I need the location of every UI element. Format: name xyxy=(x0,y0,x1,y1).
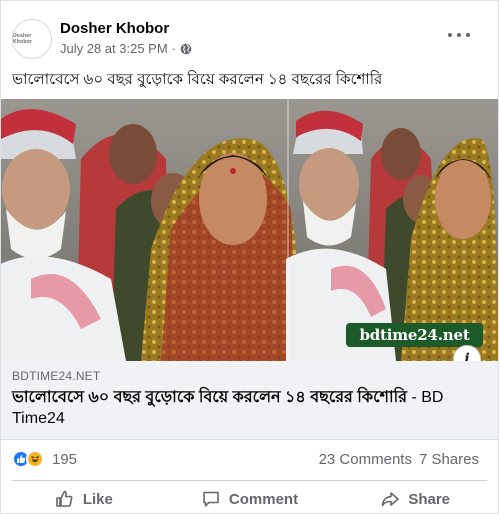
wedding-photo xyxy=(1,99,498,361)
more-options-icon[interactable] xyxy=(448,27,470,43)
avatar-logo-text: Dosher Khobor xyxy=(13,33,32,45)
comment-bubble-icon xyxy=(203,491,219,507)
post-timestamp[interactable]: July 28 at 3:25 PM xyxy=(60,41,168,56)
page-avatar[interactable]: Dosher Khobor xyxy=(12,19,52,59)
share-arrow-icon xyxy=(382,492,400,507)
post-actions-bar: Like Comment Share xyxy=(1,484,498,514)
post-card: Dosher Khobor Dosher Khobor July 28 at 3… xyxy=(0,0,499,514)
link-domain: BDTIME24.NET xyxy=(12,369,101,383)
source-watermark-logo: bdtime24.net xyxy=(346,323,483,347)
comment-label: Comment xyxy=(228,490,299,508)
actions-divider xyxy=(12,480,487,481)
comment-button[interactable]: Comment xyxy=(167,484,333,514)
page-name-link[interactable]: Dosher Khobor xyxy=(60,20,169,37)
post-meta: July 28 at 3:25 PM · xyxy=(60,41,192,56)
link-title-text: ভালোবেসে ৬০ বছর বুড়োকে বিয়ে করলেন ১৪ ব… xyxy=(12,389,407,406)
meta-separator: · xyxy=(171,41,177,56)
link-title[interactable]: ভালোবেসে ৬০ বছর বুড়োকে বিয়ে করলেন ১৪ ব… xyxy=(12,387,482,429)
post-message: ভালোবেসে ৬০ বছর বুড়োকে বিয়ে করলেন ১৪ ব… xyxy=(12,71,383,88)
like-label: Like xyxy=(82,490,113,508)
haha-reaction-icon xyxy=(26,450,44,468)
engagement-counts: 23 Comments 7 Shares xyxy=(319,451,479,468)
link-preview[interactable]: BDTIME24.NET ভালোবেসে ৬০ বছর বুড়োকে বিয… xyxy=(1,361,498,440)
thumbs-up-icon xyxy=(56,490,73,507)
globe-icon[interactable] xyxy=(180,43,192,55)
post-image[interactable]: bdtime24.net i xyxy=(1,99,498,361)
share-button[interactable]: Share xyxy=(332,484,498,514)
post-header: Dosher Khobor Dosher Khobor July 28 at 3… xyxy=(1,1,498,63)
share-label: Share xyxy=(408,490,451,508)
reaction-summary[interactable]: 195 xyxy=(12,450,77,468)
comments-count-link[interactable]: 23 Comments xyxy=(319,451,412,468)
shares-count-link[interactable]: 7 Shares xyxy=(419,451,479,468)
reaction-count: 195 xyxy=(52,450,78,468)
like-button[interactable]: Like xyxy=(1,484,167,514)
